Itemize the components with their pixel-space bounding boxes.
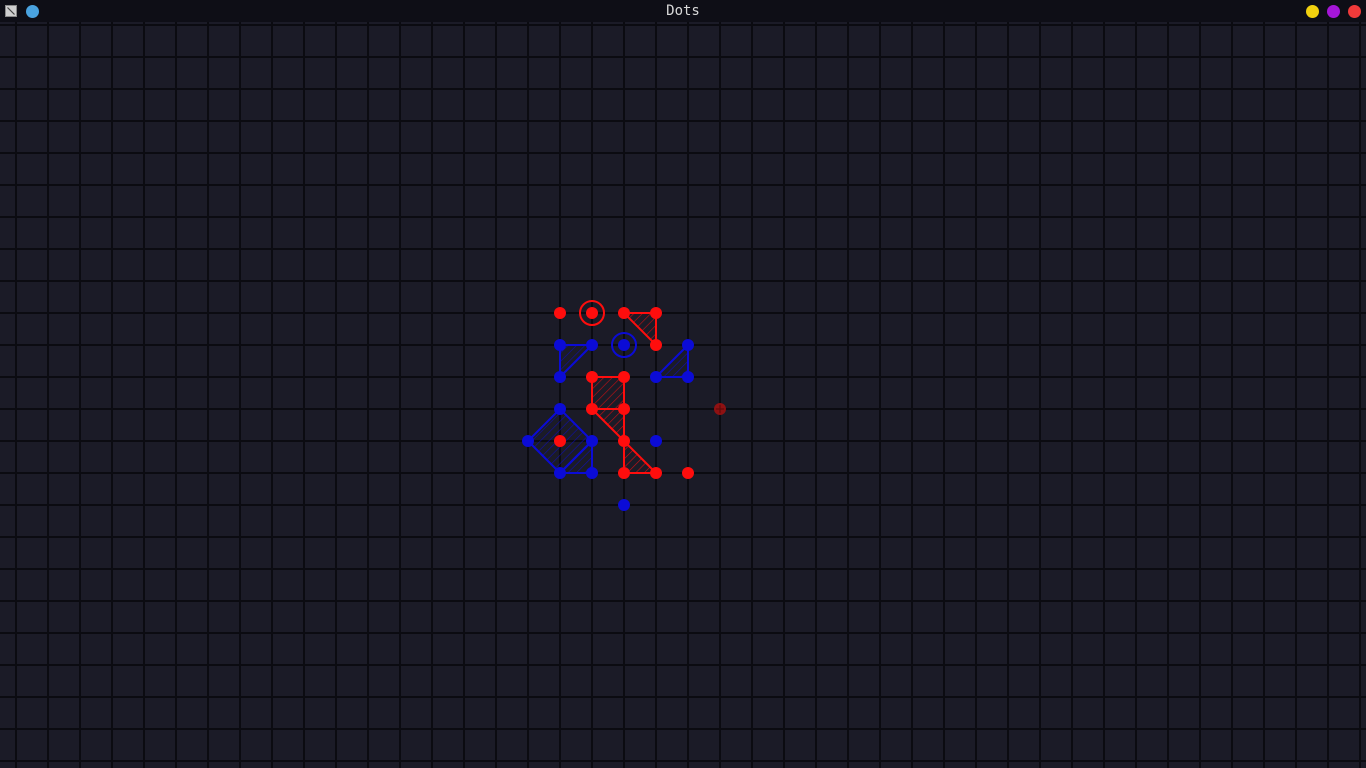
red-dot bbox=[618, 435, 630, 447]
red-dot bbox=[682, 467, 694, 479]
red-dot bbox=[618, 403, 630, 415]
red-dot bbox=[618, 307, 630, 319]
red-dot bbox=[554, 307, 566, 319]
close-button[interactable] bbox=[1348, 5, 1361, 18]
blue-dot bbox=[554, 339, 566, 351]
red-dot bbox=[650, 467, 662, 479]
blue-dot bbox=[522, 435, 534, 447]
red-captured-area bbox=[591, 376, 625, 410]
blue-dot bbox=[586, 435, 598, 447]
blue-dot bbox=[618, 499, 630, 511]
blue-dot bbox=[586, 467, 598, 479]
board-background bbox=[0, 22, 1366, 768]
blue-dot bbox=[682, 371, 694, 383]
blue-dot bbox=[554, 371, 566, 383]
blue-dot bbox=[618, 339, 630, 351]
window-title: Dots bbox=[666, 3, 700, 19]
blue-dot bbox=[554, 403, 566, 415]
red-dot bbox=[650, 339, 662, 351]
blue-dot bbox=[650, 371, 662, 383]
game-board[interactable] bbox=[0, 22, 1366, 768]
red-last-move-dot bbox=[586, 307, 598, 319]
red-dot bbox=[586, 403, 598, 415]
title-bar: Dots bbox=[0, 0, 1366, 22]
red-dot bbox=[554, 435, 566, 447]
minimize-button[interactable] bbox=[1306, 5, 1319, 18]
blue-dot bbox=[650, 435, 662, 447]
blue-dot bbox=[682, 339, 694, 351]
red-dot bbox=[586, 371, 598, 383]
red-dot bbox=[650, 307, 662, 319]
blue-dot bbox=[554, 467, 566, 479]
blue-dot bbox=[586, 339, 598, 351]
maximize-button[interactable] bbox=[1327, 5, 1340, 18]
red-dot bbox=[618, 371, 630, 383]
red-dot bbox=[618, 467, 630, 479]
